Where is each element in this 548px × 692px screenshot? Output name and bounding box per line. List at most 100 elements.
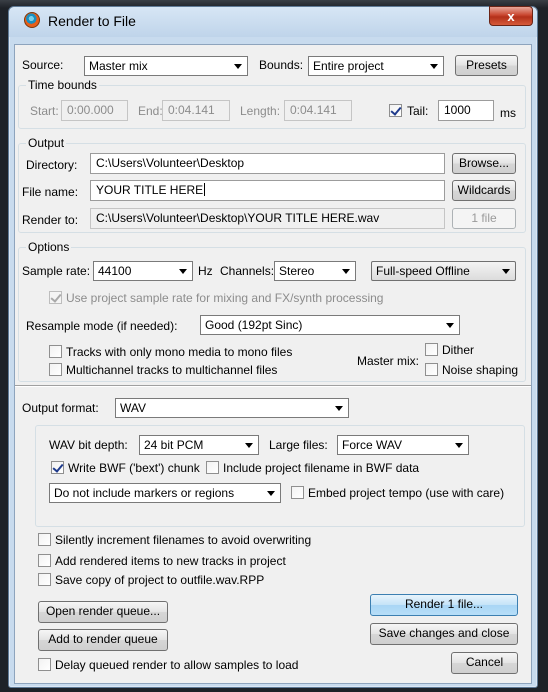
render-button[interactable]: Render 1 file... — [370, 594, 518, 616]
delay-render-label: Delay queued render to allow samples to … — [55, 658, 299, 672]
large-files-value: Force WAV — [342, 438, 403, 452]
directory-field[interactable]: C:\Users\Volunteer\Desktop — [90, 153, 445, 174]
bit-depth-select[interactable]: 24 bit PCM — [139, 435, 259, 455]
chevron-down-icon — [335, 406, 343, 411]
bounds-select[interactable]: Entire project — [308, 56, 444, 76]
wildcards-button[interactable]: Wildcards — [452, 180, 516, 201]
chevron-down-icon — [502, 269, 510, 274]
include-filename-label: Include project filename in BWF data — [223, 461, 420, 475]
multichannel-label: Multichannel tracks to multichannel file… — [66, 363, 278, 377]
file-name-input[interactable]: YOUR TITLE HERE — [90, 180, 445, 201]
directory-label: Directory: — [26, 158, 78, 172]
file-name-label: File name: — [22, 185, 79, 199]
bit-depth-value: 24 bit PCM — [144, 438, 204, 452]
resample-mode-label: Resample mode (if needed): — [26, 319, 178, 333]
file-name-value: YOUR TITLE HERE — [96, 183, 204, 197]
dialog-body: Source: Master mix Bounds: Entire projec… — [14, 44, 532, 684]
file-count-button[interactable]: 1 file — [452, 208, 516, 229]
window-title: Render to File — [48, 13, 136, 29]
source-select[interactable]: Master mix — [84, 56, 248, 76]
chevron-down-icon — [267, 491, 275, 496]
chevron-down-icon — [430, 64, 438, 69]
chevron-down-icon — [342, 269, 350, 274]
chevron-down-icon — [455, 443, 463, 448]
master-mix-label: Master mix: — [357, 354, 420, 368]
options-legend: Options — [26, 240, 72, 254]
tail-checkbox[interactable] — [389, 104, 402, 117]
source-value: Master mix — [89, 59, 148, 73]
silently-increment-label: Silently increment filenames to avoid ov… — [55, 533, 312, 547]
output-format-value: WAV — [120, 401, 146, 415]
text-caret — [204, 183, 206, 196]
use-project-rate-checkbox[interactable] — [49, 291, 62, 304]
sample-rate-select[interactable]: 44100 — [93, 261, 193, 281]
silently-increment-checkbox[interactable] — [38, 533, 51, 546]
output-format-label: Output format: — [22, 401, 99, 415]
embed-tempo-label: Embed project tempo (use with care) — [308, 486, 505, 500]
output-legend: Output — [26, 136, 67, 150]
open-render-queue-button[interactable]: Open render queue... — [38, 601, 168, 623]
close-button[interactable]: x — [489, 6, 533, 26]
embed-tempo-checkbox[interactable] — [291, 486, 304, 499]
multichannel-checkbox[interactable] — [49, 363, 62, 376]
save-and-close-button[interactable]: Save changes and close — [370, 623, 518, 645]
markers-value: Do not include markers or regions — [54, 486, 235, 500]
render-to-path: C:\Users\Volunteer\Desktop\YOUR TITLE HE… — [90, 208, 445, 229]
mono-tracks-checkbox[interactable] — [49, 345, 62, 358]
noise-shaping-checkbox[interactable] — [425, 363, 438, 376]
delay-render-checkbox[interactable] — [38, 658, 51, 671]
tail-field[interactable]: 1000 — [438, 100, 494, 121]
output-format-select[interactable]: WAV — [115, 398, 349, 418]
channels-select[interactable]: Stereo — [274, 261, 356, 281]
bit-depth-label: WAV bit depth: — [49, 438, 128, 452]
resample-mode-select[interactable]: Good (192pt Sinc) — [200, 315, 460, 335]
chevron-down-icon — [179, 269, 187, 274]
render-speed-value: Full-speed Offline — [376, 264, 470, 278]
separator — [15, 385, 531, 387]
large-files-label: Large files: — [269, 438, 328, 452]
close-icon: x — [507, 8, 515, 24]
render-to-label: Render to: — [22, 213, 79, 227]
save-copy-label: Save copy of project to outfile.wav.RPP — [55, 573, 265, 587]
cancel-button[interactable]: Cancel — [451, 652, 518, 674]
tail-label: Tail: — [407, 104, 429, 118]
markers-select[interactable]: Do not include markers or regions — [49, 483, 281, 503]
resample-mode-value: Good (192pt Sinc) — [205, 318, 303, 332]
hz-label: Hz — [198, 264, 213, 278]
start-field[interactable]: 0:00.000 — [61, 100, 128, 121]
bounds-value: Entire project — [313, 59, 384, 73]
render-speed-select[interactable]: Full-speed Offline — [371, 261, 516, 281]
source-label: Source: — [22, 58, 64, 72]
large-files-select[interactable]: Force WAV — [337, 435, 469, 455]
add-rendered-checkbox[interactable] — [38, 554, 51, 567]
browse-button[interactable]: Browse... — [452, 153, 516, 174]
presets-button[interactable]: Presets — [455, 55, 518, 76]
dither-label: Dither — [442, 343, 475, 357]
add-to-render-queue-button[interactable]: Add to render queue — [38, 629, 168, 651]
reaper-app-icon — [24, 12, 40, 28]
end-label: End: — [138, 104, 163, 118]
bwf-chunk-label: Write BWF ('bext') chunk — [68, 461, 200, 475]
tail-unit-label: ms — [500, 106, 516, 120]
dither-checkbox[interactable] — [425, 343, 438, 356]
length-field[interactable]: 0:04.141 — [284, 100, 352, 121]
chevron-down-icon — [234, 64, 242, 69]
sample-rate-label: Sample rate: — [22, 264, 91, 278]
end-field[interactable]: 0:04.141 — [162, 100, 230, 121]
time-bounds-legend: Time bounds — [26, 78, 99, 92]
channels-value: Stereo — [279, 264, 315, 278]
use-project-rate-label: Use project sample rate for mixing and F… — [66, 291, 384, 305]
noise-shaping-label: Noise shaping — [442, 363, 519, 377]
chevron-down-icon — [446, 323, 454, 328]
mono-tracks-label: Tracks with only mono media to mono file… — [66, 345, 293, 359]
channels-label: Channels: — [220, 264, 275, 278]
length-label: Length: — [240, 104, 281, 118]
add-rendered-label: Add rendered items to new tracks in proj… — [55, 554, 286, 568]
save-copy-checkbox[interactable] — [38, 573, 51, 586]
include-filename-checkbox[interactable] — [206, 461, 219, 474]
bounds-label: Bounds: — [259, 58, 304, 72]
sample-rate-value: 44100 — [98, 264, 132, 278]
chevron-down-icon — [245, 443, 253, 448]
bwf-chunk-checkbox[interactable] — [51, 461, 64, 474]
start-label: Start: — [30, 104, 59, 118]
